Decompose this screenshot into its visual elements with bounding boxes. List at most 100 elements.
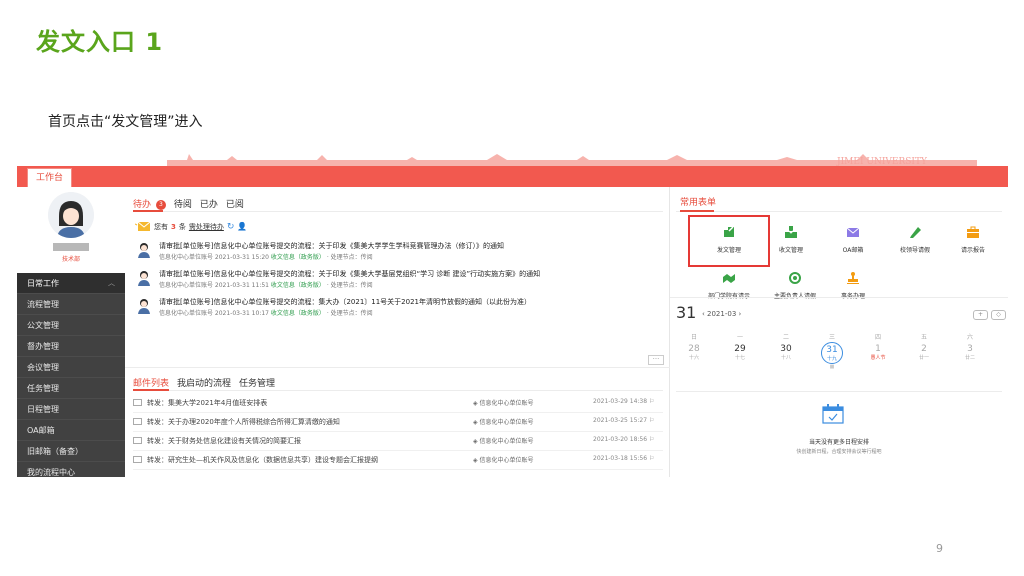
mail-time: 2021-03-18 15:56 ⚐: [593, 455, 655, 462]
todo-item[interactable]: 请审批[单位账号]信息化中心单位账号提交的流程：关于印发《集美大学学生学科竞赛管…: [135, 241, 655, 265]
mail-sender: ◈ 信息化中心单位账号: [473, 419, 534, 426]
calendar-day[interactable]: 二 30 十八: [766, 332, 806, 361]
tabs2-underline: [133, 389, 663, 391]
sidebar-item-process[interactable]: 流程管理: [17, 294, 125, 315]
user-avatar-icon: [138, 271, 150, 286]
right-panel: 常用表单 发文管理 收文管理 OA邮箱 校领导请假 请示报告 31 ‹ 2021…: [670, 187, 1008, 477]
mail-row[interactable]: 转发：研究生处—机关作风及信息化（数据信息共享）建设专题会汇报提纲 ◈ 信息化中…: [133, 452, 663, 470]
envelope-icon: [135, 221, 151, 231]
mail-time: 2021-03-25 15:27 ⚐: [593, 417, 655, 424]
tab-workbench[interactable]: 工作台: [27, 168, 73, 187]
user-avatar-icon: [138, 243, 150, 258]
slide: 发文入口 1 首页点击“发文管理”进入 JIMEI UNIVERSITY 工作台: [0, 0, 1024, 576]
user-role: 技术部: [61, 256, 80, 263]
pending-todo-link[interactable]: 需处理待办: [189, 222, 224, 232]
tab-mail-list[interactable]: 邮件列表: [133, 376, 169, 389]
sidebar-item-documents[interactable]: 公文管理: [17, 315, 125, 336]
calendar-view-button[interactable]: ◇: [991, 310, 1006, 320]
mail-tabs: 邮件列表 我启动的流程 任务管理: [133, 376, 275, 389]
slide-title: 发文入口 1: [36, 28, 164, 56]
mail-icon: [133, 437, 142, 444]
sidebar: 技术部 日常工作 ︿ 流程管理 公文管理 督办管理 会议管理 任务管理 日程管理 …: [17, 187, 125, 477]
todo-item[interactable]: 请审批[单位账号]信息化中心单位账号提交的流程：集大办〔2021〕11号关于20…: [135, 297, 655, 321]
calendar-separator: [676, 391, 1002, 392]
main-panel: 待办 3 待阅 已办 已阅 您有 3 条 需处理待办 ↻ 👤 请审批[单位账号]…: [125, 187, 670, 477]
gear-icon: [789, 272, 801, 284]
mail-row[interactable]: 转发：关于办理2020年度个人所得税综合所得汇算清缴的通知 ◈ 信息化中心单位账…: [133, 414, 663, 432]
empty-schedule-subtitle: 快创建新日程，合理安排会议等行程吧: [796, 449, 882, 455]
mail-row[interactable]: 转发：集美大学2021年4月值班安排表 ◈ 信息化中心单位账号 2021-03-…: [133, 395, 663, 413]
todo-count-badge: 3: [155, 199, 166, 210]
app-report-request[interactable]: 请示报告: [940, 217, 1006, 265]
todo-meta: 信息化中心单位账号 2021-03-31 10:17 收文信息（政务版） · 处…: [159, 310, 373, 317]
sidebar-item-my-process-center[interactable]: 我的流程中心: [17, 462, 125, 477]
user-icon[interactable]: 👤: [237, 222, 247, 231]
tab-task-management[interactable]: 任务管理: [239, 376, 275, 389]
todo-count: 3: [171, 222, 176, 231]
mail-sender: ◈ 信息化中心单位账号: [473, 400, 534, 407]
mail-icon: [133, 399, 142, 406]
todo-title: 请审批[单位账号]信息化中心单位账号提交的流程：关于印发《集美大学基层党组织“学…: [159, 270, 541, 278]
banner-strip: [17, 166, 1008, 187]
tab-my-started-process[interactable]: 我启动的流程: [177, 376, 231, 389]
todo-meta: 信息化中心单位账号 2021-03-31 15:20 收文信息（政务版） · 处…: [159, 254, 373, 261]
mail-icon: [133, 418, 142, 425]
more-button[interactable]: ···: [648, 355, 664, 365]
mail-sender: ◈ 信息化中心单位账号: [473, 457, 534, 464]
mail-subject: 转发：关于办理2020年度个人所得税综合所得汇算清缴的通知: [147, 418, 340, 426]
sidebar-item-schedule[interactable]: 日程管理: [17, 399, 125, 420]
top-banner: JIMEI UNIVERSITY 工作台: [17, 152, 1008, 187]
calendar-day[interactable]: 日 28 十六: [674, 332, 714, 361]
calendar-add-button[interactable]: +: [973, 310, 988, 320]
sidebar-item-oa-mail[interactable]: OA邮箱: [17, 420, 125, 441]
user-avatar-icon: [138, 299, 150, 314]
calendar-day[interactable]: 五 2 廿一: [904, 332, 944, 361]
tab-to-read[interactable]: 待阅: [174, 197, 192, 210]
sidebar-item-daily-work[interactable]: 日常工作 ︿: [17, 273, 125, 294]
todo-title: 请审批[单位账号]信息化中心单位账号提交的流程：关于印发《集美大学学生学科竞赛管…: [159, 242, 504, 250]
handshake-icon: [723, 274, 735, 283]
refresh-icon[interactable]: ↻: [227, 222, 235, 232]
mail-subject: 转发：关于财务处信息化建设有关情况的简要汇报: [147, 437, 301, 445]
todo-item[interactable]: 请审批[单位账号]信息化中心单位账号提交的流程：关于印发《集美大学基层党组织“学…: [135, 269, 655, 293]
todo-meta: 信息化中心单位账号 2021-03-31 11:51 收文信息（政务版） · 处…: [159, 282, 373, 289]
document-inbox-icon: [785, 226, 797, 238]
mail-subject: 转发：集美大学2021年4月值班安排表: [147, 399, 268, 407]
tab-todo[interactable]: 待办 3: [133, 197, 166, 210]
mail-row[interactable]: 转发：关于财务处信息化建设有关情况的简要汇报 ◈ 信息化中心单位账号 2021-…: [133, 433, 663, 451]
tab-done[interactable]: 已办: [200, 197, 218, 210]
right-tab-underline: [676, 210, 1002, 212]
app-document-receiving[interactable]: 收文管理: [758, 217, 824, 265]
calendar-day[interactable]: 四 1 愚人节: [858, 332, 898, 361]
slide-description: 首页点击“发文管理”进入: [48, 114, 203, 130]
user-profile: 技术部: [17, 187, 125, 273]
calendar-current-day: 31: [676, 303, 697, 322]
sidebar-item-supervision[interactable]: 督办管理: [17, 336, 125, 357]
todo-tabs: 待办 3 待阅 已办 已阅: [133, 195, 244, 211]
section-divider: [125, 367, 670, 368]
mail-time: 2021-03-29 14:38 ⚐: [593, 398, 655, 405]
calendar-day[interactable]: 一 29 十七: [720, 332, 760, 361]
mail-sender: ◈ 信息化中心单位账号: [473, 438, 534, 445]
mail-icon: [133, 456, 142, 463]
user-name-redacted: [53, 243, 89, 251]
todo-notice: 您有 3 条 需处理待办 ↻ 👤: [135, 221, 247, 232]
calendar-day[interactable]: 六 3 廿二: [950, 332, 990, 361]
avatar[interactable]: [48, 192, 94, 238]
sidebar-item-tasks[interactable]: 任务管理: [17, 378, 125, 399]
calendar-day-today[interactable]: 三 31 十九 ■: [812, 332, 852, 370]
app-oa-mail[interactable]: OA邮箱: [820, 217, 886, 265]
oa-screenshot: JIMEI UNIVERSITY 工作台 技术部 日常工作 ︿ 流程管理 公文管…: [17, 152, 1008, 477]
tabs-underline: [133, 210, 663, 212]
sidebar-item-meetings[interactable]: 会议管理: [17, 357, 125, 378]
app-leader-leave[interactable]: 校领导请假: [882, 217, 948, 265]
calendar-month-nav[interactable]: ‹ 2021-03 ›: [702, 310, 741, 318]
mail-time: 2021-03-20 18:56 ⚐: [593, 436, 655, 443]
tab-read[interactable]: 已阅: [226, 197, 244, 210]
stamp-icon: [847, 272, 859, 284]
tab-common-forms[interactable]: 常用表单: [680, 195, 716, 208]
avatar-icon: [48, 192, 94, 238]
sidebar-item-old-mail[interactable]: 旧邮箱（备查）: [17, 441, 125, 462]
app-department-request[interactable]: 部门学院有请示: [694, 263, 764, 311]
app-affairs[interactable]: 事务办理: [820, 263, 886, 311]
